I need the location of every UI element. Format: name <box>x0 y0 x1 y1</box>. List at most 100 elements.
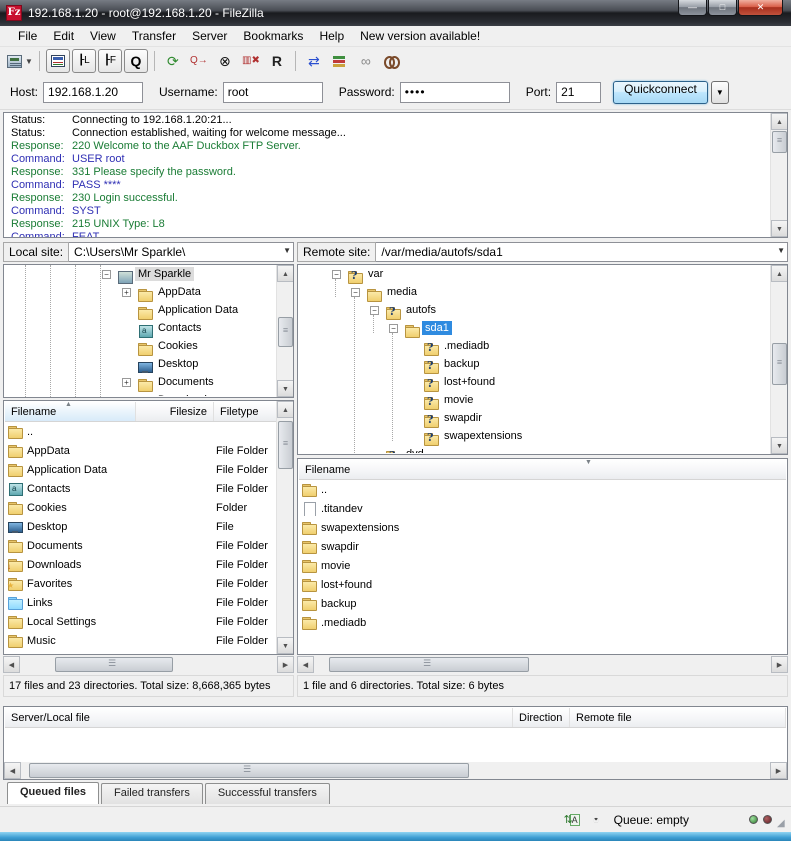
remote-tree-scrollbar[interactable]: ▲ ▼ <box>770 265 787 454</box>
file-row[interactable]: LinksFile Folder <box>5 593 275 612</box>
username-input[interactable]: root <box>223 82 323 103</box>
scroll-right-arrow-icon[interactable]: ▶ <box>770 762 787 779</box>
scrollbar-thumb[interactable] <box>772 343 787 385</box>
scrollbar-thumb[interactable] <box>772 131 787 153</box>
tree-item[interactable]: Cookies <box>5 338 275 356</box>
file-row[interactable]: .titandev <box>299 499 786 518</box>
file-row[interactable]: .mediadb <box>299 613 786 632</box>
quickconnect-dropdown-button[interactable]: ▼ <box>711 81 729 104</box>
chevron-down-icon[interactable]: ▼ <box>25 57 33 66</box>
refresh-button[interactable]: ⟳ <box>161 49 185 73</box>
scrollbar-thumb[interactable] <box>29 763 469 778</box>
file-search-button[interactable] <box>380 49 404 73</box>
process-queue-button[interactable]: Q→ <box>187 49 211 73</box>
file-row[interactable]: lost+found <box>299 575 786 594</box>
file-row[interactable]: AppDataFile Folder <box>5 441 275 460</box>
close-button[interactable]: ✕ <box>738 0 783 16</box>
title-bar[interactable]: Fz 192.168.1.20 - root@192.168.1.20 - Fi… <box>0 0 791 26</box>
scrollbar-thumb[interactable] <box>278 421 293 469</box>
minimize-button[interactable]: — <box>678 0 707 16</box>
menu-item-new-version-notice[interactable]: New version available! <box>352 27 488 45</box>
synchronized-browsing-button[interactable]: ⇄ <box>302 49 326 73</box>
scroll-up-arrow-icon[interactable]: ▲ <box>277 265 294 282</box>
scroll-up-arrow-icon[interactable]: ▲ <box>277 401 294 418</box>
toggle-local-tree-button[interactable]: ┠L <box>72 49 96 73</box>
tree-item[interactable]: −?autofs <box>299 302 769 320</box>
scroll-right-arrow-icon[interactable]: ▶ <box>277 656 294 673</box>
tab-successful-transfers[interactable]: Successful transfers <box>205 783 330 804</box>
port-input[interactable]: 21 <box>556 82 601 103</box>
tab-failed-transfers[interactable]: Failed transfers <box>101 783 203 804</box>
menu-item-file[interactable]: File <box>10 27 45 45</box>
message-log-scrollbar[interactable]: ▲ ▼ <box>770 113 787 237</box>
column-header-filename[interactable]: Filename ▼ <box>299 460 786 479</box>
column-header-direction[interactable]: Direction <box>513 708 570 727</box>
scroll-up-arrow-icon[interactable]: ▲ <box>771 265 788 282</box>
local-list-hscrollbar[interactable]: ◀ ▶ <box>3 656 294 673</box>
menu-item-edit[interactable]: Edit <box>45 27 82 45</box>
file-row[interactable]: .. <box>299 480 786 499</box>
menu-item-transfer[interactable]: Transfer <box>124 27 184 45</box>
reconnect-button[interactable]: R <box>265 49 289 73</box>
file-row[interactable]: swapextensions <box>299 518 786 537</box>
tree-item[interactable]: Desktop <box>5 356 275 374</box>
maximize-button[interactable]: □ <box>708 0 737 16</box>
collapse-icon[interactable]: − <box>332 270 341 279</box>
tree-item[interactable]: Application Data <box>5 302 275 320</box>
chevron-down-icon[interactable]: ▼ <box>777 246 785 255</box>
file-row[interactable]: swapdir <box>299 537 786 556</box>
tree-item[interactable]: Contacts <box>5 320 275 338</box>
tree-item[interactable]: +↓Downloads <box>5 392 275 396</box>
expand-icon[interactable]: + <box>122 378 131 387</box>
password-input[interactable]: •••• <box>400 82 510 103</box>
file-row[interactable]: ContactsFile Folder <box>5 479 275 498</box>
tree-item[interactable]: ?swapextensions <box>299 428 769 446</box>
toggle-queue-button[interactable]: Q <box>124 49 148 73</box>
collapse-icon[interactable]: − <box>370 306 379 315</box>
speed-limit-icon[interactable] <box>590 813 606 827</box>
local-tree-scrollbar[interactable]: ▲ ▼ <box>276 265 293 397</box>
host-input[interactable]: 192.168.1.20 <box>43 82 143 103</box>
tree-item[interactable]: ?swapdir <box>299 410 769 428</box>
local-site-combo[interactable]: C:\Users\Mr Sparkle\ ▼ <box>69 242 294 262</box>
menu-item-server[interactable]: Server <box>184 27 235 45</box>
tree-item[interactable]: −Mr Sparkle <box>5 266 275 284</box>
tree-item[interactable]: −?var <box>299 266 769 284</box>
expand-icon[interactable]: + <box>122 288 131 297</box>
scroll-down-arrow-icon[interactable]: ▼ <box>277 637 294 654</box>
file-row[interactable]: CookiesFolder <box>5 498 275 517</box>
scroll-down-arrow-icon[interactable]: ▼ <box>771 437 788 454</box>
file-row[interactable]: DocumentsFile Folder <box>5 536 275 555</box>
tree-item[interactable]: ?dvd <box>299 446 769 453</box>
filename-filters-button[interactable]: ∞ <box>354 49 378 73</box>
scroll-left-arrow-icon[interactable]: ◀ <box>297 656 314 673</box>
tree-item[interactable]: +Documents <box>5 374 275 392</box>
menu-item-view[interactable]: View <box>82 27 124 45</box>
tree-item[interactable]: −media <box>299 284 769 302</box>
menu-item-bookmarks[interactable]: Bookmarks <box>235 27 311 45</box>
local-list-scrollbar[interactable]: ▲ ▼ <box>276 401 293 654</box>
scroll-left-arrow-icon[interactable]: ◀ <box>3 656 20 673</box>
remote-list-hscrollbar[interactable]: ◀ ▶ <box>297 656 788 673</box>
file-row[interactable]: MusicFile Folder <box>5 631 275 650</box>
file-row[interactable]: backup <box>299 594 786 613</box>
directory-comparison-button[interactable] <box>328 49 352 73</box>
file-row[interactable]: ★FavoritesFile Folder <box>5 574 275 593</box>
scrollbar-thumb[interactable] <box>329 657 529 672</box>
collapse-icon[interactable]: − <box>389 324 398 333</box>
column-header-filesize[interactable]: Filesize <box>136 402 214 421</box>
tree-item[interactable]: ?lost+found <box>299 374 769 392</box>
menu-item-help[interactable]: Help <box>311 27 352 45</box>
cancel-operation-button[interactable]: ⊗ <box>213 49 237 73</box>
scroll-up-arrow-icon[interactable]: ▲ <box>771 113 788 130</box>
quickconnect-button[interactable]: Quickconnect <box>613 81 708 104</box>
resize-grip[interactable]: ◢ <box>777 818 789 830</box>
toggle-remote-tree-button[interactable]: ┠F <box>98 49 122 73</box>
tree-item[interactable]: +AppData <box>5 284 275 302</box>
scroll-right-arrow-icon[interactable]: ▶ <box>771 656 788 673</box>
file-row[interactable]: movie <box>299 556 786 575</box>
collapse-icon[interactable]: − <box>102 270 111 279</box>
file-row[interactable]: .. <box>5 422 275 441</box>
tree-item[interactable]: −sda1 <box>299 320 769 338</box>
tree-item[interactable]: ?.mediadb <box>299 338 769 356</box>
